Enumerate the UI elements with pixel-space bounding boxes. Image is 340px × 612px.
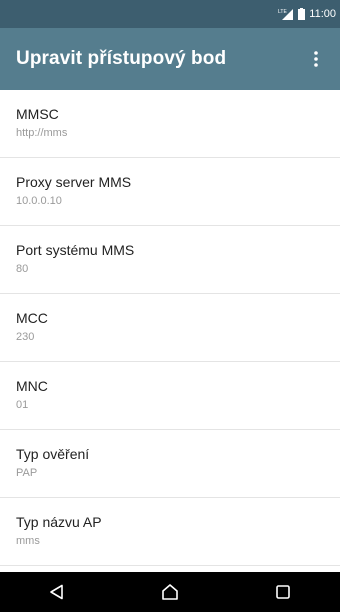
setting-item-mcc[interactable]: MCC 230: [0, 294, 340, 362]
setting-label: MNC: [16, 378, 48, 394]
setting-item-mnc[interactable]: MNC 01: [0, 362, 340, 430]
status-time: 11:00: [309, 8, 336, 20]
setting-value: 01: [16, 399, 29, 411]
setting-value: 80: [16, 263, 29, 275]
signal-icon: LTE: [278, 8, 294, 20]
setting-value: PAP: [16, 467, 38, 479]
setting-item-apn-type[interactable]: Typ názvu AP mms: [0, 498, 340, 566]
recents-icon[interactable]: [253, 572, 313, 612]
setting-label: Proxy server MMS: [16, 174, 132, 190]
setting-label: Typ ověření: [16, 446, 90, 462]
setting-value: http://mms: [16, 127, 68, 139]
setting-item-mmsc[interactable]: MMSC http://mms: [0, 90, 340, 158]
setting-item-mms-proxy[interactable]: Proxy server MMS 10.0.0.10: [0, 158, 340, 226]
setting-value: mms: [16, 535, 40, 547]
setting-value: 230: [16, 331, 35, 343]
status-icons: LTE 11:00: [278, 8, 336, 20]
setting-label: MMSC: [16, 106, 59, 122]
status-bar: LTE 11:00: [0, 0, 340, 28]
navigation-bar: [0, 572, 340, 612]
setting-item-mms-port[interactable]: Port systému MMS 80: [0, 226, 340, 294]
overflow-menu-icon[interactable]: [306, 45, 326, 73]
setting-label: Port systému MMS: [16, 242, 135, 258]
setting-value: 10.0.0.10: [16, 195, 62, 207]
setting-item-auth-type[interactable]: Typ ověření PAP: [0, 430, 340, 498]
home-icon[interactable]: [140, 572, 200, 612]
app-bar: Upravit přístupový bod: [0, 28, 340, 90]
page-title: Upravit přístupový bod: [16, 48, 227, 69]
setting-label: Typ názvu AP: [16, 514, 102, 530]
battery-icon: [298, 8, 306, 20]
svg-text:LTE: LTE: [278, 9, 287, 15]
back-icon[interactable]: [27, 572, 87, 612]
setting-label: MCC: [16, 310, 48, 326]
apn-settings-list: MMSC http://mms Proxy server MMS 10.0.0.…: [0, 90, 340, 566]
